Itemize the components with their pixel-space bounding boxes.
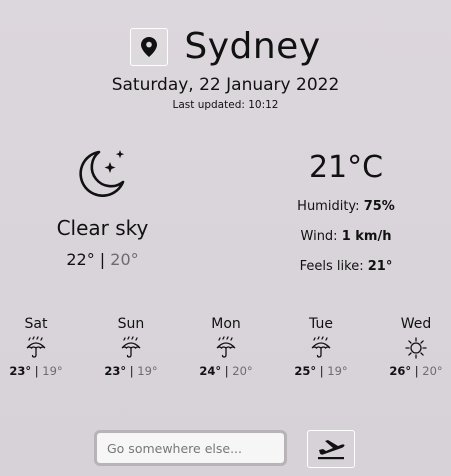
forecast-day: Sun 23° | 19° — [96, 316, 166, 378]
rain-umbrella-icon — [26, 336, 46, 358]
today-high: 22° — [66, 250, 95, 269]
humidity-value: 75% — [363, 199, 395, 214]
moon-stars-icon — [78, 150, 124, 197]
current-temperature: 21°C — [308, 150, 384, 185]
search-go-button[interactable] — [307, 430, 355, 468]
wind-value: 1 km/h — [341, 229, 392, 244]
map-pin-icon — [141, 36, 158, 57]
forecast-day-name: Tue — [309, 316, 333, 332]
forecast-high-low: 25° | 19° — [294, 364, 348, 378]
city-name: Sydney — [184, 26, 321, 67]
humidity: Humidity: 75% — [297, 199, 395, 214]
forecast-high-low: 23° | 19° — [104, 364, 158, 378]
forecast-day-name: Mon — [211, 316, 241, 332]
rain-umbrella-icon — [121, 336, 141, 358]
forecast-day-name: Wed — [400, 316, 432, 332]
current-date: Saturday, 22 January 2022 — [111, 75, 340, 95]
current-conditions: Clear sky 22° | 20° — [30, 146, 175, 269]
last-updated: Last updated: 10:12 — [172, 99, 279, 111]
title-row: Sydney — [130, 26, 320, 67]
location-button[interactable] — [130, 27, 169, 66]
forecast-day: Tue 25° | 19° — [286, 316, 356, 378]
wind: Wind: 1 km/h — [300, 229, 392, 244]
forecast-day-name: Sat — [24, 316, 48, 332]
forecast-row: Sat 23° | 19° Sun 23° | 19° Mon 24° | 20… — [0, 316, 451, 386]
forecast-high-low: 24° | 20° — [199, 364, 253, 378]
rain-umbrella-icon — [216, 336, 236, 358]
today-high-low: 22° | 20° — [66, 250, 139, 269]
feels-like: Feels like: 21° — [299, 259, 393, 274]
forecast-day-name: Sun — [117, 316, 145, 332]
plane-takeoff-icon — [318, 440, 345, 460]
current-details: 21°C Humidity: 75% Wind: 1 km/h Feels li… — [281, 150, 411, 274]
forecast-high-low: 26° | 20° — [389, 364, 443, 378]
sun-icon — [405, 337, 427, 359]
city-search-input[interactable]: Go somewhere else... — [94, 430, 287, 466]
forecast-day: Wed 26° | 20° — [381, 316, 451, 378]
rain-umbrella-icon — [311, 336, 331, 358]
forecast-day: Sat 23° | 19° — [1, 316, 71, 378]
today-low: 20° — [110, 250, 139, 269]
feels-like-value: 21° — [367, 259, 393, 274]
forecast-high-low: 23° | 19° — [9, 364, 63, 378]
forecast-day: Mon 24° | 20° — [191, 316, 261, 378]
weather-description: Clear sky — [56, 216, 149, 240]
location-header: Sydney Saturday, 22 January 2022 Last up… — [0, 26, 451, 111]
